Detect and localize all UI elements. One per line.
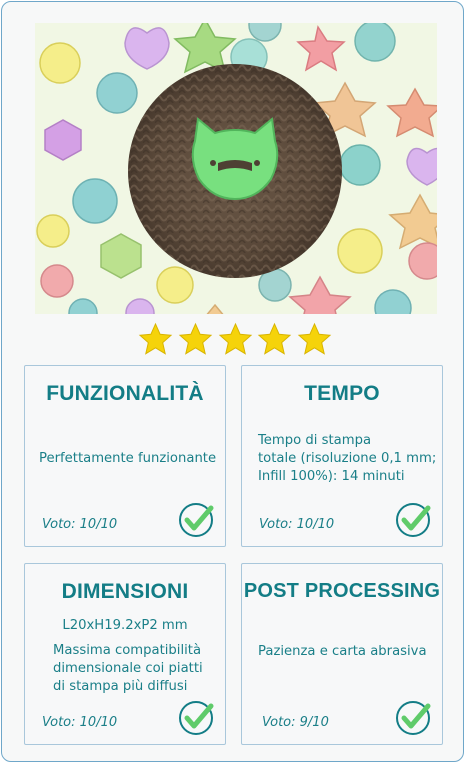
card-text: Massima compatibilità dimensionale coi p… (53, 642, 203, 696)
star-icon (218, 322, 252, 355)
card-title: TEMPO (304, 382, 380, 405)
star-icon (297, 322, 332, 355)
star-icon (138, 322, 173, 355)
card-dimensioni: DIMENSIONI L20xH19.2xP2 mm Massima compa… (24, 563, 226, 745)
card-funzionalita: FUNZIONALITÀ Perfettamente funzionante V… (24, 365, 226, 547)
rating-stars (138, 322, 332, 358)
card-text-line: Infill 100%): 14 minuti (258, 469, 405, 484)
check-icon (179, 701, 214, 735)
star-icon (178, 322, 212, 355)
check-icon (179, 503, 214, 537)
card-vote: Voto: 10/10 (42, 517, 118, 532)
card-tempo: TEMPO Tempo di stampa totale (risoluzion… (241, 365, 443, 547)
card-text-line: Pazienza e carta abrasiva (258, 644, 427, 659)
buttons-pattern-image (35, 23, 437, 314)
card-vote: Voto: 10/10 (259, 517, 335, 532)
card-text-line: Tempo di stampa (258, 433, 372, 448)
card-post-processing: POST PROCESSING Pazienza e carta abrasiv… (241, 563, 443, 745)
card-text-line: dimensionale coi piatti (53, 661, 203, 676)
card-text: Pazienza e carta abrasiva (258, 643, 427, 661)
card-text: Perfettamente funzionante (39, 450, 216, 468)
card-text-line: Perfettamente funzionante (39, 451, 217, 466)
product-image (35, 23, 437, 314)
card-title: FUNZIONALITÀ (46, 382, 204, 405)
card-text-line: Massima compatibilità (53, 643, 202, 658)
card-title: DIMENSIONI (61, 580, 189, 603)
card-text: Tempo di stampa totale (risoluzione 0,1 … (258, 432, 436, 486)
card-text-line: totale (risoluzione 0,1 mm; (258, 451, 437, 466)
card-vote: Voto: 10/10 (42, 715, 118, 730)
card-text-line: di stampa più diffusi (53, 679, 188, 694)
check-icon (396, 503, 431, 537)
card-subtitle: L20xH19.2xP2 mm (62, 618, 188, 633)
star-icon (258, 322, 292, 355)
card-title: POST PROCESSING (243, 580, 441, 602)
review-panel: FUNZIONALITÀ Perfettamente funzionante V… (1, 1, 464, 762)
check-icon (396, 701, 431, 735)
card-vote: Voto: 9/10 (262, 715, 329, 730)
